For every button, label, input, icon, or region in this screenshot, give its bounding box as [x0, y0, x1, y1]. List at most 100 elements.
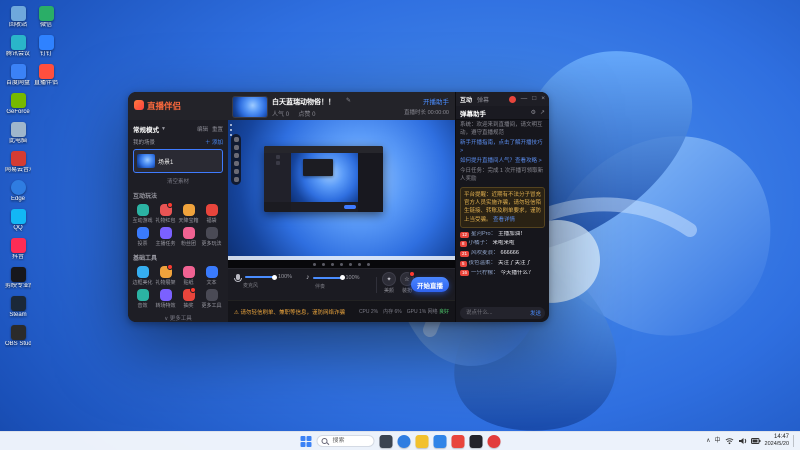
desktop-icon[interactable]: Edge	[5, 180, 31, 203]
chat-username[interactable]: 小橘子	[469, 240, 491, 248]
tool-item[interactable]: 礼物红包	[154, 204, 177, 224]
tool-icon	[206, 266, 218, 278]
tool-item[interactable]: 天降宝箱	[177, 204, 200, 224]
tips-link[interactable]: 如何提升直播间人气？查看攻略 >	[460, 158, 545, 166]
edit-link[interactable]: 编辑	[197, 125, 208, 133]
mode-title[interactable]: 常规模式	[133, 124, 159, 134]
desktop-icon-label: 钉钉	[33, 51, 59, 58]
scene-item[interactable]: 场景1	[133, 149, 223, 173]
guide-link[interactable]: 新手开播指南，点击了解开播技巧 >	[460, 140, 545, 156]
ime-indicator[interactable]: 中	[715, 438, 721, 444]
bgm-slider[interactable]	[313, 277, 343, 279]
desktop-icon[interactable]: 微信	[33, 6, 59, 29]
tool-item[interactable]: 抽奖	[177, 289, 200, 309]
desktop-icon[interactable]: 此电脑	[5, 122, 31, 145]
taskbar-app-taskview[interactable]	[380, 435, 393, 448]
chat-username[interactable]: 星河Pro	[471, 231, 496, 239]
preview-scrubber[interactable]	[228, 260, 455, 268]
tool-item[interactable]: 礼物展架	[154, 266, 177, 286]
start-live-button[interactable]: 开始直播	[411, 277, 449, 292]
add-scene-button[interactable]: ＋ 添加	[205, 138, 223, 146]
tool-item[interactable]: 更多工具	[200, 289, 223, 309]
room-cover-thumbnail[interactable]	[232, 96, 268, 118]
reset-link[interactable]: 重置	[212, 125, 223, 133]
taskbar-app-live-companion[interactable]	[452, 435, 465, 448]
network-icon[interactable]	[725, 432, 734, 450]
broadcast-assistant-link[interactable]: 开播助手	[404, 96, 449, 106]
desktop-icon[interactable]: 百度网盘	[5, 64, 31, 87]
desktop-icon[interactable]: 直播伴侣	[33, 64, 59, 87]
tool-item[interactable]: 福袋	[200, 204, 223, 224]
desktop-icon[interactable]: GeForce	[5, 93, 31, 116]
source-more-icon[interactable]	[234, 177, 239, 182]
desktop-icon[interactable]: 网易云音乐	[5, 151, 31, 174]
desktop-icon[interactable]: 钉钉	[33, 35, 59, 58]
chat-username[interactable]: 一只柠檬	[471, 270, 499, 278]
desktop-icon[interactable]: OBS Studio	[5, 325, 31, 348]
preview-source-toolbar[interactable]	[231, 134, 241, 185]
activity-icon[interactable]	[509, 96, 516, 103]
clear-material-button[interactable]: 清空素材	[128, 177, 228, 185]
expand-more-button[interactable]: ∨ 更多工具	[128, 314, 228, 322]
tab-danmu[interactable]: 弹幕	[477, 95, 489, 104]
minimize-button[interactable]: —	[521, 96, 528, 103]
tool-item[interactable]: 文本	[200, 266, 223, 286]
chat-input[interactable]	[464, 309, 527, 317]
search-input[interactable]	[331, 437, 370, 445]
taskbar-app-explorer[interactable]	[416, 435, 429, 448]
live-preview[interactable]	[228, 120, 455, 260]
desktop-icon[interactable]: 腾讯会议	[5, 35, 31, 58]
edit-title-icon[interactable]: ✎	[346, 97, 351, 104]
app-icon	[11, 325, 26, 340]
tool-item[interactable]: 更多玩法	[200, 227, 223, 247]
source-screen-icon[interactable]	[234, 145, 239, 150]
taskbar-search[interactable]	[317, 435, 375, 447]
source-text-icon[interactable]	[234, 161, 239, 166]
chat-username[interactable]: 风吹麦浪	[471, 250, 499, 258]
interact-tool-grid: 互动游戏 礼物红包 天降宝箱 福袋 投票 主播任务 粉丝团 更多玩法	[128, 200, 228, 247]
tool-icon	[160, 289, 172, 301]
source-game-icon[interactable]	[234, 153, 239, 158]
tool-item[interactable]: 音效	[131, 289, 154, 309]
tool-icon	[183, 266, 195, 278]
tool-icon	[183, 227, 195, 239]
tool-item[interactable]: 投票	[131, 227, 154, 247]
notice-detail-link[interactable]: 查看详情	[493, 217, 515, 223]
desktop-icon[interactable]: Steam	[5, 296, 31, 319]
tool-item[interactable]: 粉丝团	[177, 227, 200, 247]
close-button[interactable]: ×	[541, 96, 545, 103]
chat-username[interactable]: 夜色温柔	[469, 260, 497, 268]
tool-item[interactable]: 贴纸	[177, 266, 200, 286]
desktop-icon[interactable]: 回收站	[5, 6, 31, 29]
volume-icon[interactable]	[738, 432, 747, 450]
beauty-button[interactable]: ✦ 美颜	[380, 272, 398, 294]
mic-slider[interactable]	[245, 276, 275, 278]
taskbar-app-store[interactable]	[434, 435, 447, 448]
taskbar-app-edge[interactable]	[398, 435, 411, 448]
bgm-slider-knob[interactable]	[340, 275, 345, 280]
taskbar-app-jianying[interactable]	[470, 435, 483, 448]
tool-item[interactable]: 转场特效	[154, 289, 177, 309]
tool-item[interactable]: 边框美化	[131, 266, 154, 286]
desktop-icon[interactable]: 抖音	[5, 238, 31, 261]
chat-message-list[interactable]: 系统：欢迎来到直播间，请文明互动，遵守直播规范 新手开播指南，点击了解开播技巧 …	[456, 119, 549, 304]
tray-chevron-icon[interactable]: ∧	[706, 438, 710, 444]
maximize-button[interactable]: □	[532, 96, 536, 103]
source-image-icon[interactable]	[234, 169, 239, 174]
desktop-icon[interactable]: 剪映专业版	[5, 267, 31, 290]
taskbar-app-netease[interactable]	[488, 435, 501, 448]
clock[interactable]: 14:47 2024/5/20	[765, 434, 789, 448]
start-button[interactable]	[300, 435, 312, 447]
source-camera-icon[interactable]	[234, 137, 239, 142]
settings-gear-icon[interactable]: ⚙	[531, 109, 536, 116]
popout-icon[interactable]: ↗	[540, 109, 545, 116]
chat-text: 关注了关注了	[498, 260, 531, 268]
desktop-icon[interactable]: QQ	[5, 209, 31, 232]
tool-item[interactable]: 互动游戏	[131, 204, 154, 224]
tab-interact[interactable]: 互动	[460, 95, 472, 104]
tool-item[interactable]: 主播任务	[154, 227, 177, 247]
show-desktop-button[interactable]	[793, 435, 797, 447]
mic-slider-knob[interactable]	[272, 275, 277, 280]
battery-icon[interactable]	[751, 432, 761, 450]
send-button[interactable]: 发送	[530, 309, 541, 317]
